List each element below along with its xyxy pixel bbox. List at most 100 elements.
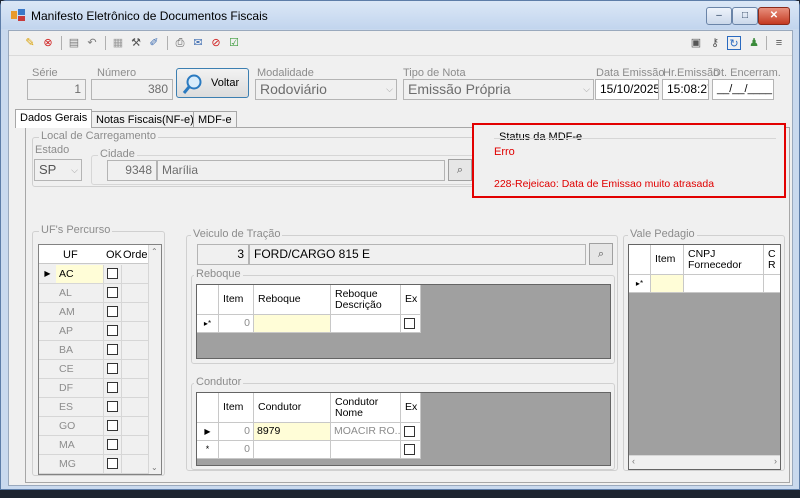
- user-icon[interactable]: ♟: [747, 36, 761, 50]
- uf-ok-cell[interactable]: [103, 398, 121, 417]
- binoculars-search-icon[interactable]: ⌕: [589, 243, 613, 265]
- uf-ok-cell[interactable]: [103, 284, 121, 303]
- uf-ok-cell[interactable]: [103, 455, 121, 474]
- uf-ok-checkbox[interactable]: [107, 287, 118, 298]
- report-icon[interactable]: ▣: [689, 36, 703, 50]
- undo-icon[interactable]: ↶: [85, 36, 99, 50]
- chevron-up-icon[interactable]: ⌃: [151, 247, 158, 256]
- uf-ordem-cell[interactable]: [121, 474, 157, 475]
- ufs-scrollbar[interactable]: ⌃ ⌄: [148, 245, 161, 474]
- serie-field[interactable]: 1: [27, 79, 86, 100]
- uf-cell[interactable]: AL: [56, 284, 103, 303]
- new-icon[interactable]: ✎: [23, 36, 37, 50]
- key-icon[interactable]: ⚷: [708, 36, 722, 50]
- chevron-down-icon[interactable]: ⌄: [151, 463, 158, 472]
- tools-icon[interactable]: ⚒: [129, 36, 143, 50]
- dt-encerram-field[interactable]: __/__/____: [712, 79, 774, 100]
- refresh-icon[interactable]: ↻: [727, 36, 741, 50]
- uf-ok-checkbox[interactable]: [107, 363, 118, 374]
- uf-ok-cell[interactable]: [103, 303, 121, 322]
- tab-mdfe[interactable]: MDF-e: [193, 111, 237, 128]
- vale-cnpj-cell[interactable]: [684, 275, 764, 293]
- uf-cell[interactable]: MS: [56, 474, 103, 475]
- reboque-grid[interactable]: Item Reboque Reboque Descrição Ex ▸* 0: [196, 284, 611, 359]
- uf-cell[interactable]: GO: [56, 417, 103, 436]
- condutor-ex-cell[interactable]: [401, 423, 421, 441]
- condutor-cell[interactable]: 8979: [254, 423, 331, 441]
- numero-field[interactable]: 380: [91, 79, 173, 100]
- uf-cell[interactable]: AM: [56, 303, 103, 322]
- modalidade-select[interactable]: Rodoviário ⌵: [255, 79, 397, 100]
- chevron-left-icon[interactable]: ‹: [632, 456, 635, 466]
- reboque-item-cell[interactable]: 0: [219, 315, 254, 333]
- uf-ok-cell[interactable]: [103, 474, 121, 475]
- condutor-cell[interactable]: [254, 441, 331, 459]
- uf-ok-checkbox[interactable]: [107, 382, 118, 393]
- data-emissao-field[interactable]: 15/10/2025: [595, 79, 659, 100]
- uf-ok-checkbox[interactable]: [107, 420, 118, 431]
- voltar-button[interactable]: Voltar: [176, 68, 249, 98]
- cancel-icon[interactable]: ⊗: [41, 36, 55, 50]
- vale-horizontal-scrollbar[interactable]: ‹ ›: [629, 455, 780, 469]
- uf-cell[interactable]: ES: [56, 398, 103, 417]
- reboque-descricao-cell[interactable]: [331, 315, 401, 333]
- mail-icon[interactable]: ✉: [191, 36, 205, 50]
- menu-icon[interactable]: ≡: [772, 36, 786, 50]
- uf-cell[interactable]: AC: [56, 265, 103, 284]
- check-edit-icon[interactable]: ☑: [227, 36, 241, 50]
- condutor-item-cell[interactable]: 0: [219, 441, 254, 459]
- cidade-code-field[interactable]: 9348: [107, 160, 157, 181]
- uf-ok-checkbox[interactable]: [107, 306, 118, 317]
- minimize-button[interactable]: –: [706, 7, 732, 25]
- condutor-grid[interactable]: Item Condutor Condutor Nome Ex ▶ 0 8979 …: [196, 392, 611, 466]
- tab-notas-fiscais[interactable]: Notas Fiscais(NF-e): [91, 111, 199, 128]
- uf-cell[interactable]: AP: [56, 322, 103, 341]
- binoculars-search-icon[interactable]: ⌕: [448, 159, 472, 181]
- uf-ok-cell[interactable]: [103, 436, 121, 455]
- condutor-item-cell[interactable]: 0: [219, 423, 254, 441]
- uf-cell[interactable]: CE: [56, 360, 103, 379]
- uf-ok-cell[interactable]: [103, 265, 121, 284]
- tab-dados-gerais[interactable]: Dados Gerais: [15, 109, 93, 128]
- reboque-ex-cell[interactable]: [401, 315, 421, 333]
- block-icon[interactable]: ⊘: [209, 36, 223, 50]
- tipo-nota-select[interactable]: Emissão Própria ⌵: [403, 79, 594, 100]
- edit-icon[interactable]: ✐: [147, 36, 161, 50]
- uf-ok-cell[interactable]: [103, 322, 121, 341]
- print-icon[interactable]: ⎙: [173, 36, 187, 50]
- vale-item-cell[interactable]: [651, 275, 684, 293]
- delete-icon[interactable]: ▦: [111, 36, 125, 50]
- save-icon[interactable]: ▤: [67, 36, 81, 50]
- vale-c-cell[interactable]: [764, 275, 780, 293]
- uf-ok-cell[interactable]: [103, 341, 121, 360]
- ufs-grid[interactable]: UF OK Ordem ▶ACALAMAPBACEDFESGOMAMGMS ⌃ …: [38, 244, 162, 475]
- condutor-ex-checkbox[interactable]: [404, 444, 415, 455]
- close-button[interactable]: ✕: [758, 7, 790, 25]
- condutor-ex-checkbox[interactable]: [404, 426, 415, 437]
- reboque-ex-checkbox[interactable]: [404, 318, 415, 329]
- uf-ok-checkbox[interactable]: [107, 439, 118, 450]
- uf-ok-checkbox[interactable]: [107, 458, 118, 469]
- reboque-cell[interactable]: [254, 315, 331, 333]
- maximize-button[interactable]: □: [732, 7, 758, 25]
- uf-ok-checkbox[interactable]: [107, 344, 118, 355]
- uf-ok-cell[interactable]: [103, 379, 121, 398]
- veiculo-code-field[interactable]: 3: [197, 244, 249, 265]
- uf-cell[interactable]: DF: [56, 379, 103, 398]
- vale-pedagio-grid[interactable]: Item CNPJ Fornecedor C R ▸* ‹ ›: [628, 244, 781, 470]
- uf-cell[interactable]: MA: [56, 436, 103, 455]
- hr-emissao-field[interactable]: 15:08:27: [662, 79, 709, 100]
- uf-cell[interactable]: MG: [56, 455, 103, 474]
- uf-ok-checkbox[interactable]: [107, 325, 118, 336]
- uf-ok-cell[interactable]: [103, 360, 121, 379]
- uf-ok-checkbox[interactable]: [107, 401, 118, 412]
- condutor-nome-cell[interactable]: MOACIR RO...: [331, 423, 401, 441]
- veiculo-name-field[interactable]: FORD/CARGO 815 E: [249, 244, 586, 265]
- chevron-right-icon[interactable]: ›: [774, 456, 777, 466]
- condutor-nome-cell[interactable]: [331, 441, 401, 459]
- estado-select[interactable]: SP ⌵: [34, 159, 82, 181]
- cidade-name-field[interactable]: Marília: [157, 160, 445, 181]
- uf-ok-checkbox[interactable]: [107, 268, 118, 279]
- uf-ok-cell[interactable]: [103, 417, 121, 436]
- uf-cell[interactable]: BA: [56, 341, 103, 360]
